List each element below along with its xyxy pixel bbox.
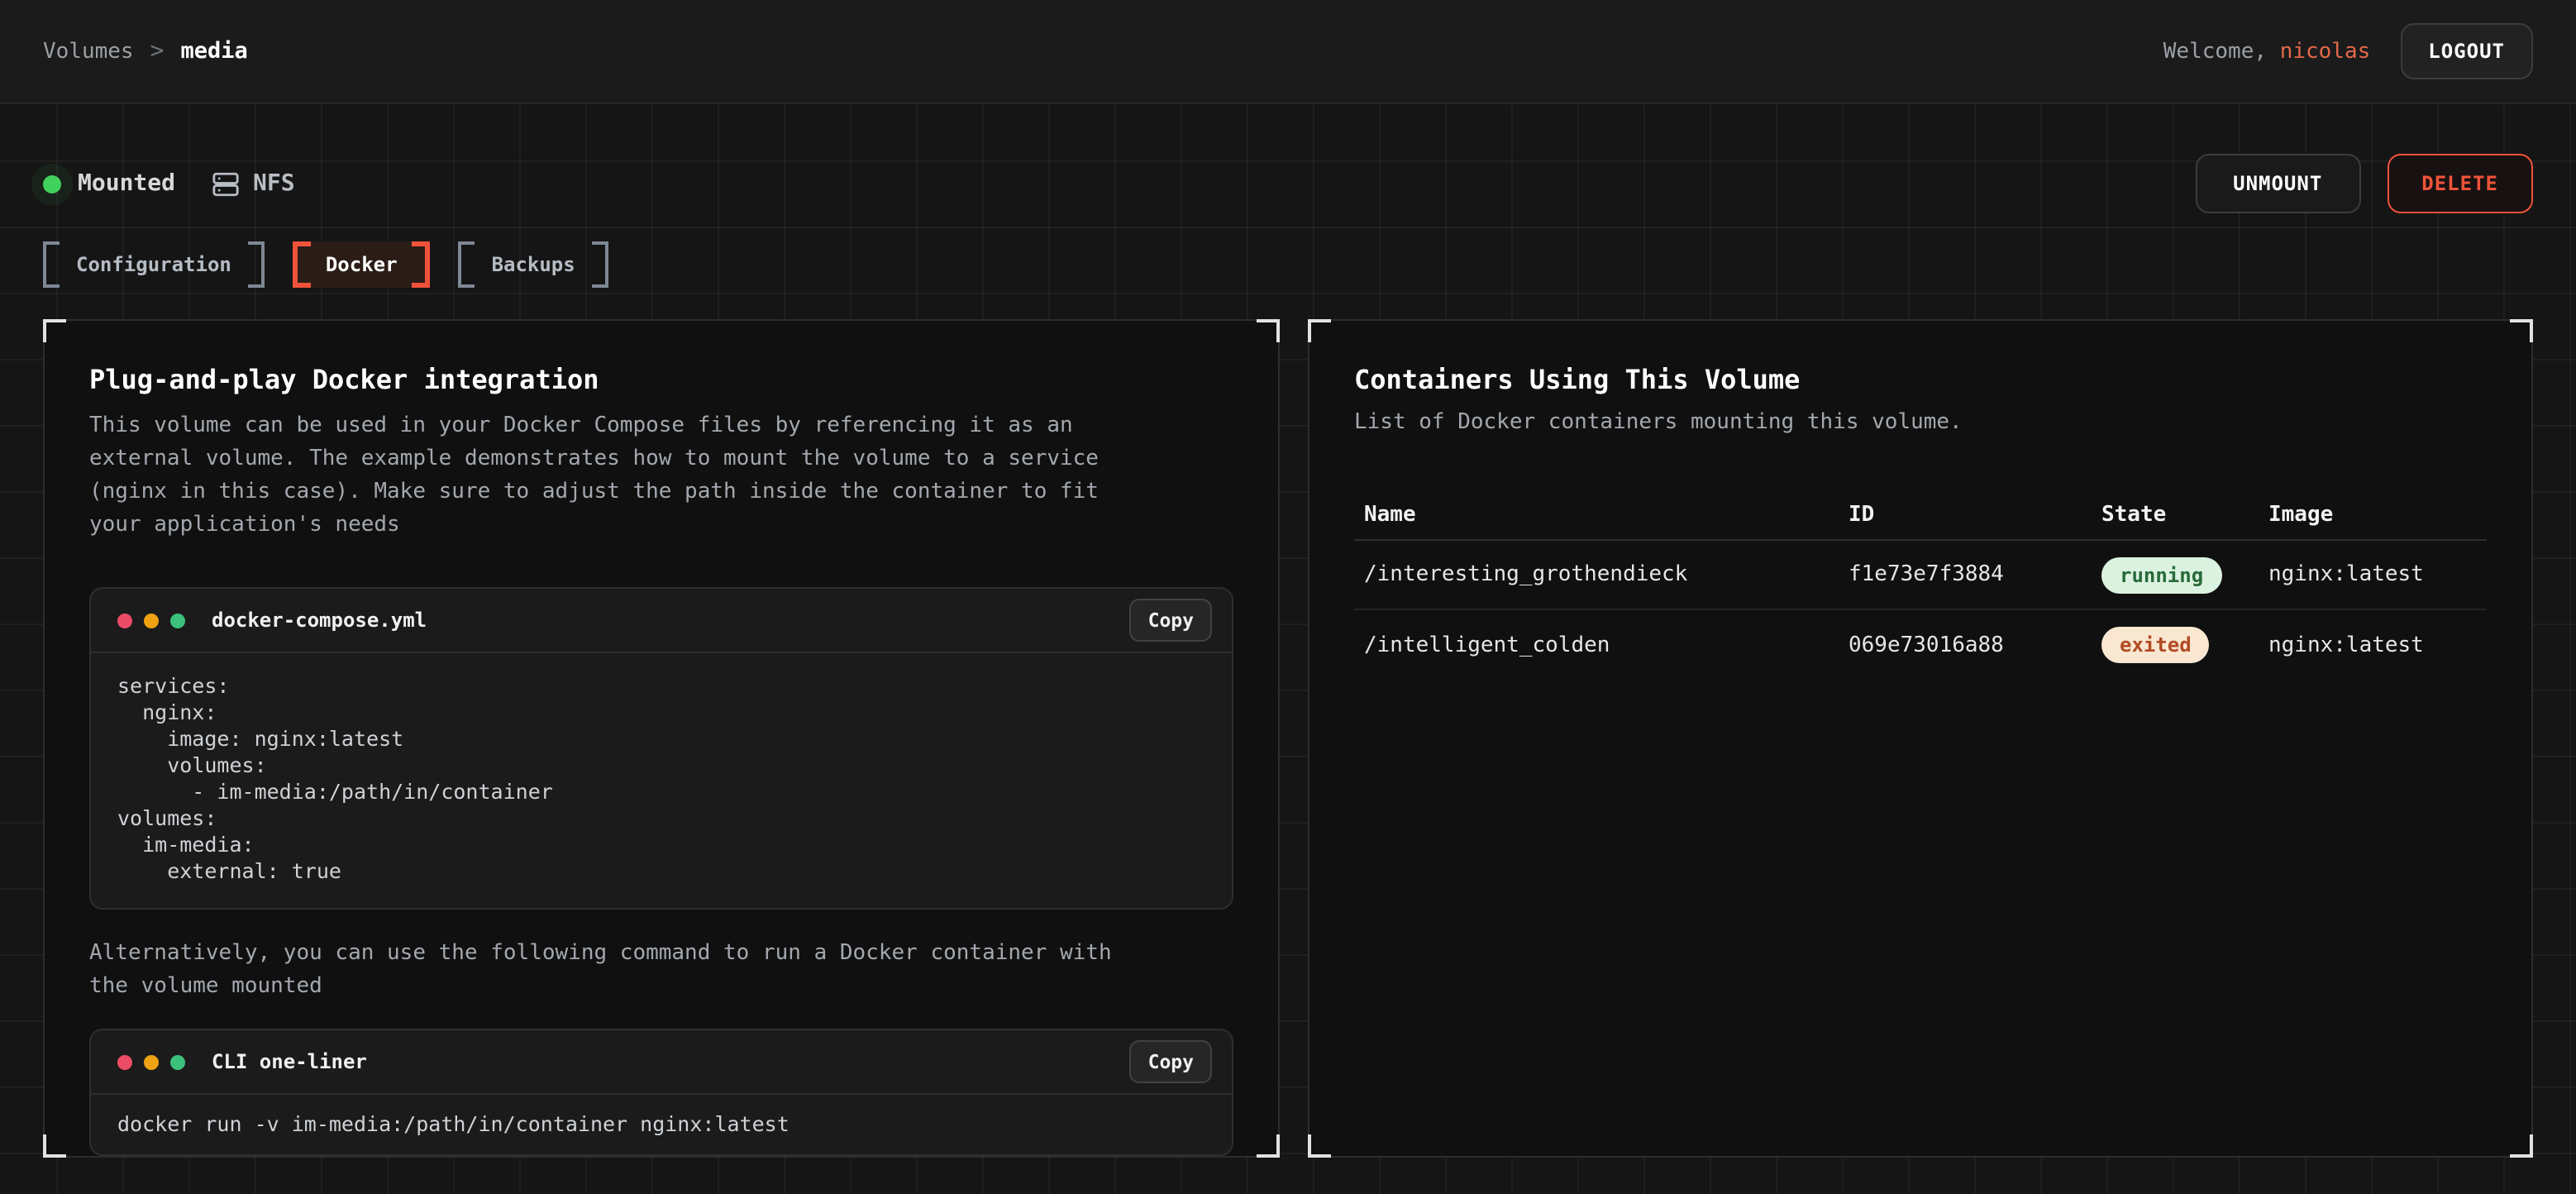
compose-code-header: docker-compose.yml Copy xyxy=(91,589,1232,653)
volume-actions: UNMOUNT DELETE xyxy=(2195,154,2533,213)
traffic-green-icon xyxy=(170,1054,185,1069)
volume-driver: NFS xyxy=(212,170,295,198)
mounted-status-dot-icon xyxy=(43,174,61,193)
docker-panel-title: Plug-and-play Docker integration xyxy=(89,364,1233,395)
tab-backups[interactable]: Backups xyxy=(459,241,608,288)
panel-corner-bracket-icon xyxy=(43,319,66,342)
state-badge: exited xyxy=(2101,627,2210,663)
traffic-lights xyxy=(117,1054,185,1069)
breadcrumb-volumes-link[interactable]: Volumes xyxy=(43,39,134,64)
column-header-id: ID xyxy=(1849,503,2101,528)
container-image: nginx:latest xyxy=(2268,562,2487,587)
table-row: /interesting_grothendieckf1e73e7f3884run… xyxy=(1354,541,2487,610)
top-bar-right: Welcome, nicolas LOGOUT xyxy=(2163,23,2533,79)
unmount-button[interactable]: UNMOUNT xyxy=(2195,154,2360,213)
main-content: Mounted NFS UNMOUNT DELET xyxy=(0,104,2576,1194)
container-state-cell: running xyxy=(2101,556,2268,593)
traffic-red-icon xyxy=(117,1054,132,1069)
panel-corner-bracket-icon xyxy=(2510,1134,2533,1158)
panel-corner-bracket-icon xyxy=(1308,1134,1331,1158)
tab-bar: Configuration Docker Backups xyxy=(43,241,2533,288)
cli-code-header: CLI one-liner Copy xyxy=(91,1030,1232,1095)
tab-configuration[interactable]: Configuration xyxy=(43,241,265,288)
container-name: /intelligent_colden xyxy=(1364,633,1849,657)
container-image: nginx:latest xyxy=(2268,633,2487,657)
traffic-yellow-icon xyxy=(144,1054,159,1069)
cli-intro-text: Alternatively, you can use the following… xyxy=(89,938,1141,1004)
traffic-lights xyxy=(117,613,185,628)
volume-detail-page: Volumes > media Welcome, nicolas LOGOUT … xyxy=(0,0,2576,1194)
panel-corner-bracket-icon xyxy=(1257,1134,1280,1158)
breadcrumb: Volumes > media xyxy=(43,38,248,64)
panel-corner-bracket-icon xyxy=(1257,319,1280,342)
containers-panel-subtitle: List of Docker containers mounting this … xyxy=(1354,410,2487,435)
containers-table-rows: /interesting_grothendieckf1e73e7f3884run… xyxy=(1354,541,2487,680)
mount-status: Mounted xyxy=(43,170,175,197)
containers-panel-title: Containers Using This Volume xyxy=(1354,364,2487,395)
cli-code-block: CLI one-liner Copy docker run -v im-medi… xyxy=(89,1029,1233,1156)
containers-panel: Containers Using This Volume List of Doc… xyxy=(1308,319,2533,1158)
driver-label: NFS xyxy=(253,170,295,197)
docker-panel-description: This volume can be used in your Docker C… xyxy=(89,410,1141,542)
compose-filename: docker-compose.yml xyxy=(212,609,1130,632)
column-header-state: State xyxy=(2101,503,2268,528)
tab-label: Backups xyxy=(492,253,575,276)
compose-code-block: docker-compose.yml Copy services: nginx:… xyxy=(89,587,1233,910)
compose-code-content: services: nginx: image: nginx:latest vol… xyxy=(91,653,1232,908)
container-id: f1e73e7f3884 xyxy=(1849,562,2101,587)
delete-button[interactable]: DELETE xyxy=(2387,154,2533,213)
tab-label: Configuration xyxy=(76,253,231,276)
traffic-green-icon xyxy=(170,613,185,628)
traffic-red-icon xyxy=(117,613,132,628)
panel-corner-bracket-icon xyxy=(43,1134,66,1158)
containers-table: Name ID State Image /interesting_grothen… xyxy=(1354,491,2487,680)
tab-label: Docker xyxy=(326,253,398,276)
panels-container: Plug-and-play Docker integration This vo… xyxy=(43,319,2533,1158)
top-bar: Volumes > media Welcome, nicolas LOGOUT xyxy=(0,0,2576,104)
container-state-cell: exited xyxy=(2101,627,2268,663)
cli-code-content: docker run -v im-media:/path/in/containe… xyxy=(91,1095,1232,1154)
docker-integration-panel: Plug-and-play Docker integration This vo… xyxy=(43,319,1280,1158)
server-icon xyxy=(212,170,240,198)
username: nicolas xyxy=(2280,39,2371,64)
status-indicators: Mounted NFS xyxy=(43,170,295,198)
chevron-right-icon: > xyxy=(150,38,165,64)
welcome-text: Welcome, nicolas xyxy=(2163,39,2371,64)
container-name: /interesting_grothendieck xyxy=(1364,562,1849,587)
panel-corner-bracket-icon xyxy=(1308,319,1331,342)
column-header-name: Name xyxy=(1364,503,1849,528)
tab-docker[interactable]: Docker xyxy=(293,241,431,288)
breadcrumb-current-volume: media xyxy=(180,38,247,64)
logout-button[interactable]: LOGOUT xyxy=(2400,23,2533,79)
copy-cli-button[interactable]: Copy xyxy=(1130,1040,1212,1083)
panel-corner-bracket-icon xyxy=(2510,319,2533,342)
container-id: 069e73016a88 xyxy=(1849,633,2101,657)
state-badge: running xyxy=(2101,556,2221,593)
cli-block-title: CLI one-liner xyxy=(212,1050,1130,1073)
table-row: /intelligent_colden069e73016a88exited ngi… xyxy=(1354,610,2487,680)
traffic-yellow-icon xyxy=(144,613,159,628)
copy-compose-button[interactable]: Copy xyxy=(1130,599,1212,642)
column-header-image: Image xyxy=(2268,503,2487,528)
containers-table-header: Name ID State Image xyxy=(1354,491,2487,541)
status-row: Mounted NFS UNMOUNT DELET xyxy=(43,154,2533,213)
mount-status-label: Mounted xyxy=(78,170,175,197)
